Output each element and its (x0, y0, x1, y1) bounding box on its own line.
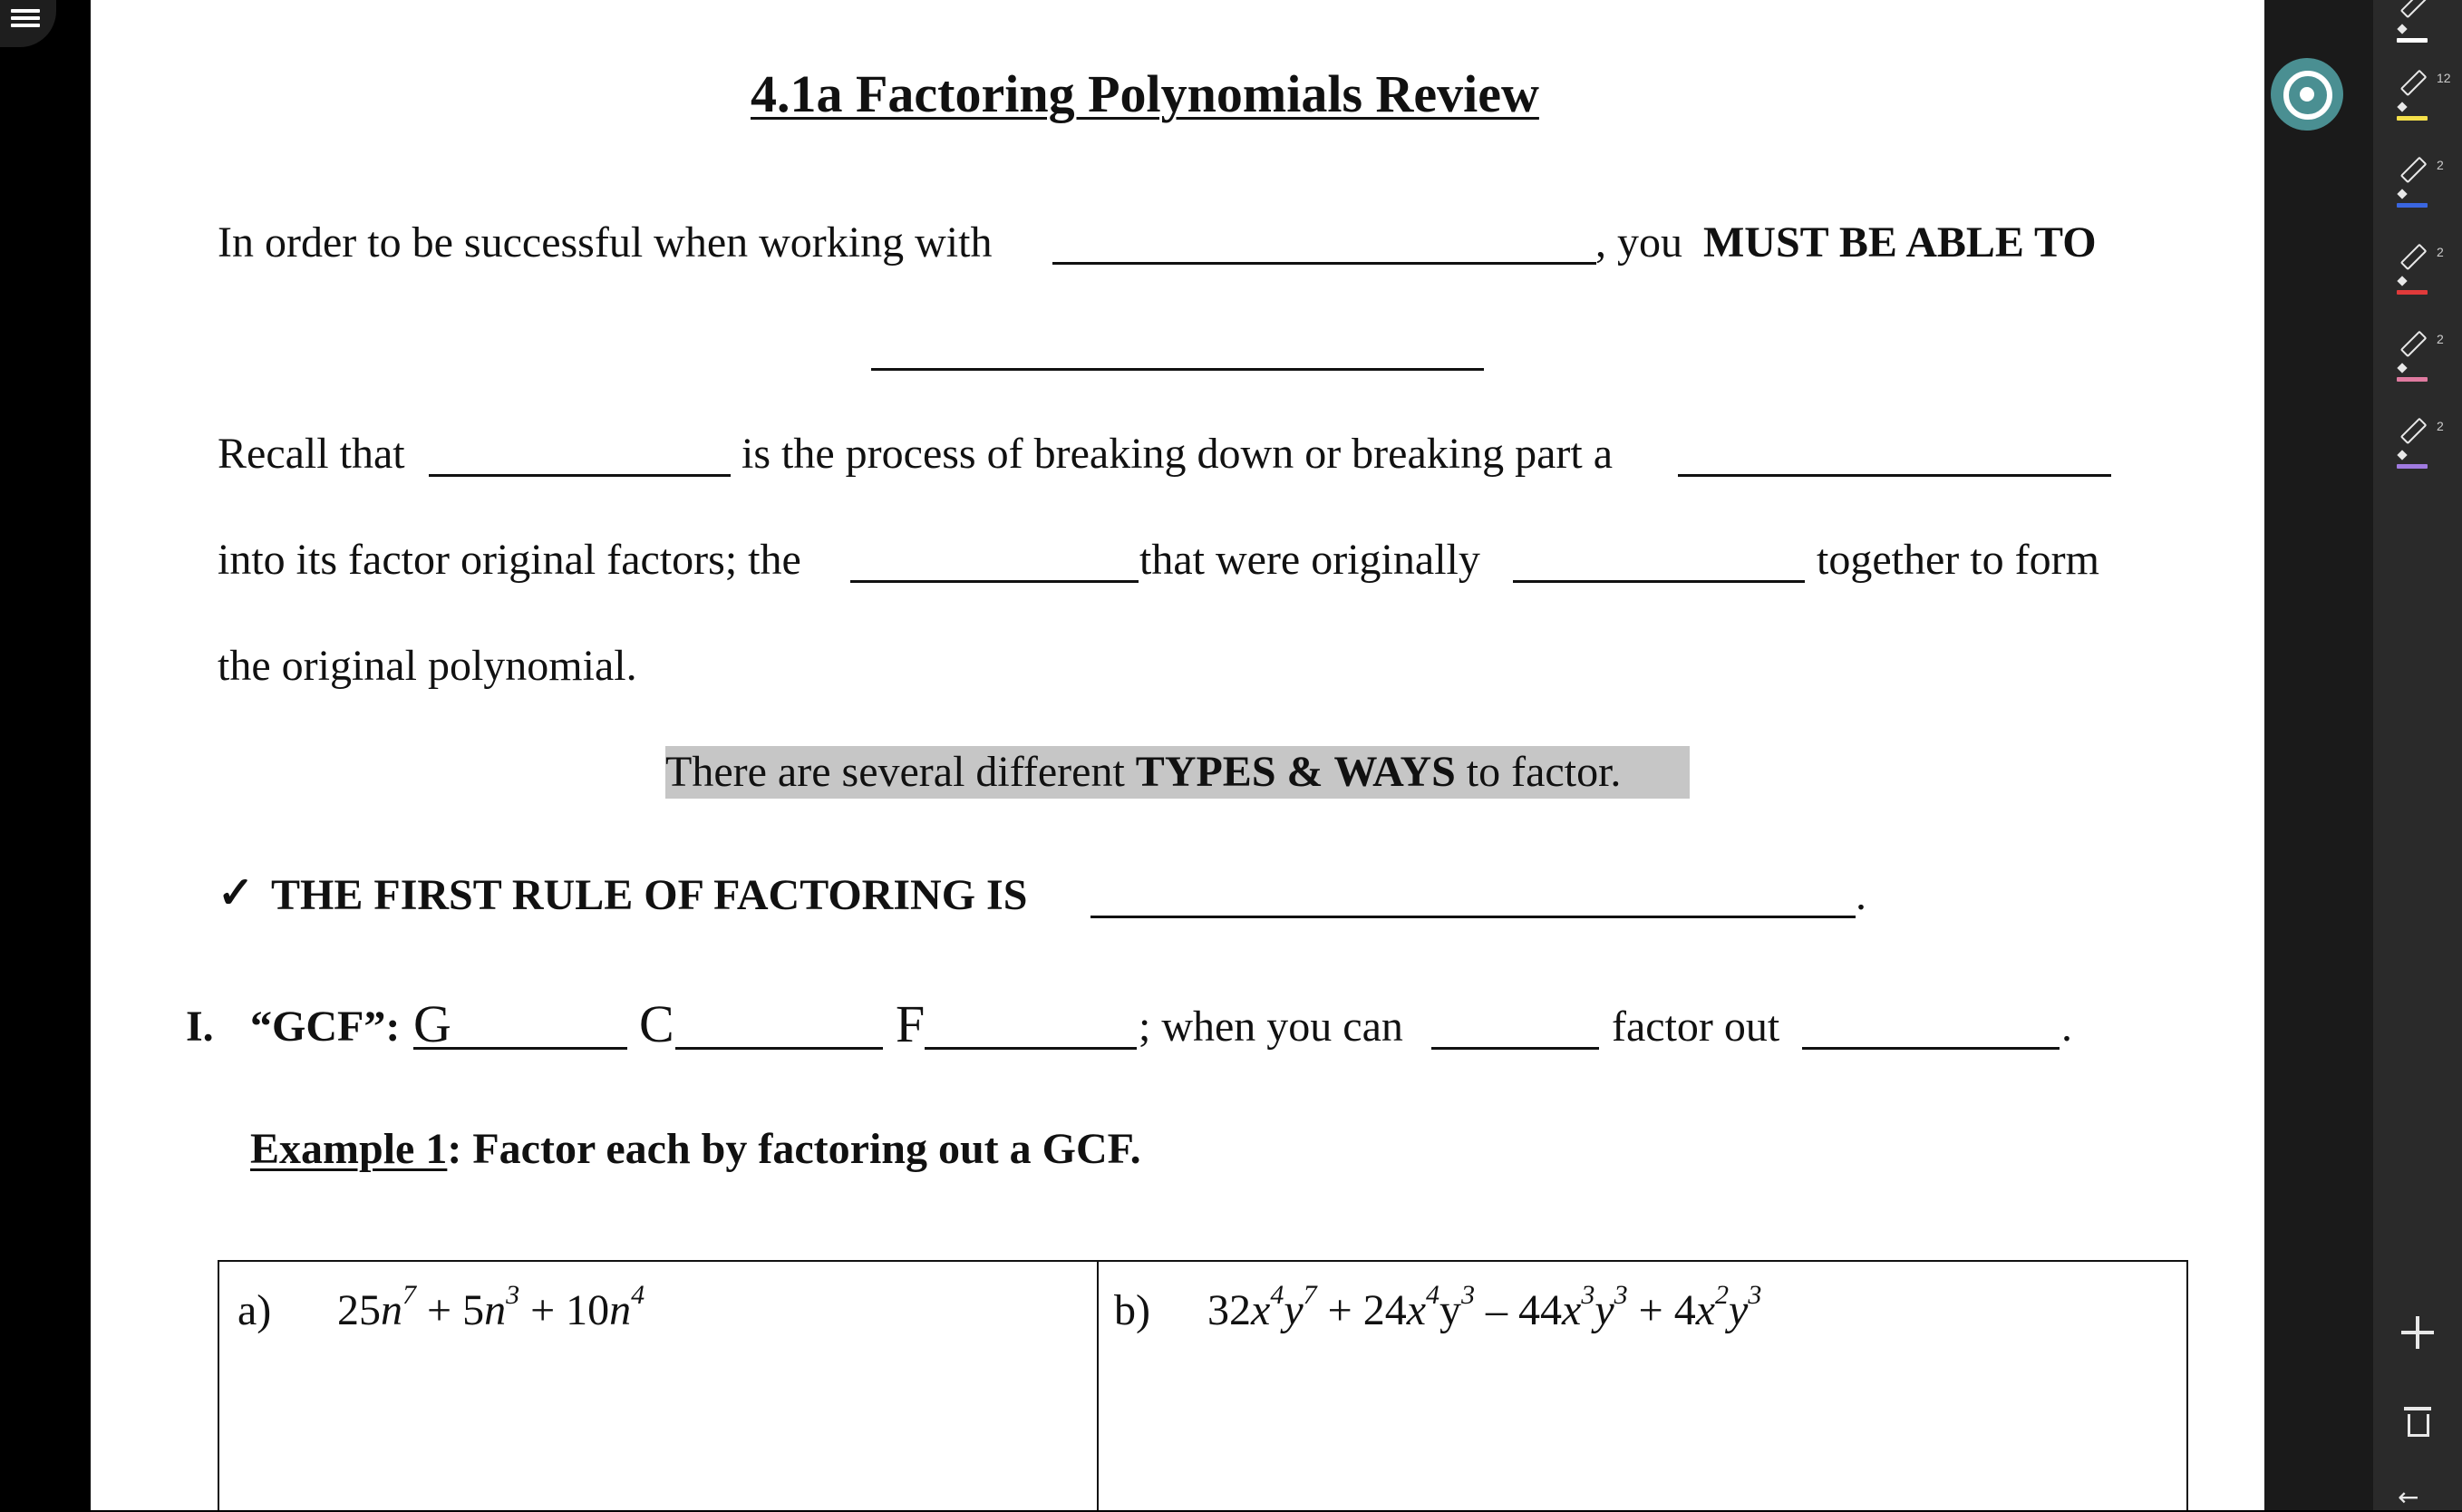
problem-a-label: a) (237, 1286, 272, 1334)
problem-a-expression: 25n7 + 5n3 + 10n4 (337, 1280, 645, 1335)
trash-can (2408, 1414, 2429, 1437)
types-text: There are several different (665, 748, 1125, 796)
pen-yellow[interactable]: 12 (2391, 69, 2451, 132)
gcf-letter-f: F (896, 994, 926, 1053)
check-icon: ✓ (218, 869, 255, 917)
pen-blue[interactable]: 2 (2391, 156, 2446, 219)
answer-blank[interactable] (1052, 262, 1596, 265)
pen-tip (2397, 24, 2408, 34)
answer-blank[interactable] (1090, 916, 1856, 918)
gcf-label: “GCF”: (250, 1003, 401, 1051)
pen-count: 12 (2437, 71, 2451, 85)
menu-button[interactable] (0, 0, 56, 47)
problem-b-label: b) (1114, 1286, 1150, 1334)
trash-icon[interactable] (2404, 1407, 2431, 1438)
problem-b-expression: 32x4y7 + 24x4y3 – 44x3y3 + 4x2y3 (1207, 1280, 1762, 1335)
intro-text-you: , you (1595, 218, 1682, 267)
pen-tip (2397, 102, 2408, 112)
add-pen-icon[interactable] (2398, 1313, 2438, 1352)
intro-emphasis: MUST BE ABLE TO (1703, 218, 2097, 267)
intro-text: In order to be successful when working w… (218, 218, 993, 267)
document-page[interactable]: 4.1a Factoring Polynomials Review In ord… (91, 0, 2264, 1510)
pen-count: 2 (2437, 245, 2444, 259)
example-heading: Example 1: Factor each by factoring out … (250, 1124, 1141, 1175)
pen-icon (2399, 243, 2428, 271)
recall-text-2: is the process of breaking down or break… (742, 430, 1614, 478)
factors-text-3: together to form (1817, 536, 2099, 584)
pen-count: 2 (2437, 158, 2444, 172)
recall-text: Recall that (218, 430, 405, 478)
pen-count: 2 (2437, 332, 2444, 346)
menu-icon (11, 9, 40, 13)
pen-color-red (2397, 290, 2428, 295)
pen-color-yellow (2397, 116, 2428, 121)
pen-purple[interactable]: 2 (2391, 417, 2446, 480)
pen-icon (2399, 156, 2428, 184)
pen-toolbar: 12 2 2 2 2 (2373, 0, 2462, 1510)
gcf-factor-out-text: factor out (1612, 1003, 1780, 1051)
pen-white[interactable] (2391, 0, 2446, 54)
period: . (1856, 871, 1866, 919)
example-label: Example 1 (250, 1125, 448, 1173)
answer-blank[interactable] (1431, 1047, 1599, 1050)
types-emphasis: TYPES (1135, 748, 1276, 796)
pen-red[interactable]: 2 (2391, 243, 2446, 306)
answer-blank[interactable] (675, 1047, 883, 1050)
pen-icon (2399, 330, 2428, 358)
types-sentence: There are several different TYPES & WAYS… (665, 747, 1621, 798)
pen-color-pink (2397, 377, 2428, 382)
original-polynomial-text: the original polynomial. (218, 642, 637, 690)
pen-icon (2399, 417, 2428, 445)
example-instructions: : Factor each by factoring out a GCF. (447, 1125, 1141, 1173)
pen-count: 2 (2437, 419, 2444, 433)
page-title: 4.1a Factoring Polynomials Review (751, 64, 1539, 123)
pen-color-blue (2397, 203, 2428, 208)
period: . (2061, 1003, 2072, 1051)
gcf-when-text: ; when you can (1139, 1003, 1403, 1051)
answer-blank[interactable] (429, 474, 731, 477)
pen-pink[interactable]: 2 (2391, 330, 2446, 393)
factors-text-2: that were originally (1139, 536, 1480, 584)
pen-tip (2397, 363, 2408, 373)
back-arrow-icon[interactable]: ← (2398, 1485, 2434, 1510)
section-numeral: I. (186, 1003, 214, 1051)
pen-tip (2397, 276, 2408, 286)
gcf-letter-g: G (413, 994, 451, 1053)
types-ampersand: & (1286, 748, 1323, 796)
first-rule-text: THE FIRST RULE OF FACTORING IS (271, 871, 1028, 919)
ways-emphasis: WAYS (1333, 748, 1456, 796)
answer-blank[interactable] (871, 368, 1484, 371)
pen-tip (2397, 450, 2408, 460)
pen-color-white (2397, 38, 2428, 43)
trash-lid (2404, 1407, 2431, 1410)
pen-icon (2399, 69, 2428, 97)
answer-blank[interactable] (1513, 580, 1805, 583)
answer-blank[interactable] (925, 1047, 1137, 1050)
side-rail (2264, 0, 2373, 1510)
gcf-letter-c: C (639, 994, 674, 1053)
answer-blank[interactable] (850, 580, 1139, 583)
settings-button[interactable] (2271, 58, 2343, 131)
table-divider (1097, 1262, 1099, 1510)
factors-text: into its factor original factors; the (218, 536, 801, 584)
answer-blank[interactable] (1802, 1047, 2060, 1050)
menu-icon (11, 16, 40, 20)
pen-icon (2399, 0, 2428, 19)
settings-icon-center (2300, 87, 2314, 102)
menu-icon (11, 24, 40, 27)
answer-blank[interactable] (1678, 474, 2111, 477)
types-text-end: to factor. (1466, 748, 1622, 796)
pen-tip (2397, 189, 2408, 199)
pen-color-purple (2397, 464, 2428, 469)
answer-blank[interactable] (413, 1047, 627, 1050)
